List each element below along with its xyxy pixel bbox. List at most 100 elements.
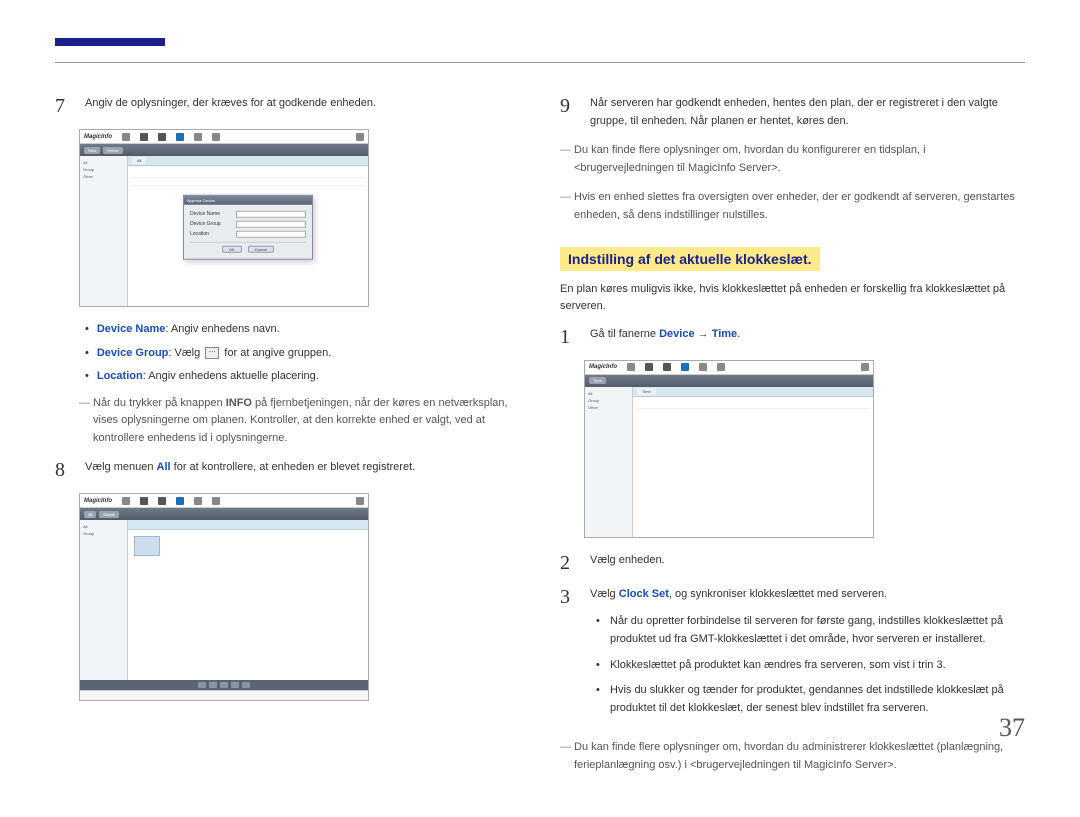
nav-icon bbox=[194, 497, 202, 505]
ss-tabs: All bbox=[128, 156, 368, 166]
nav-icon bbox=[645, 363, 653, 371]
ss-main: Time bbox=[633, 387, 873, 537]
bullet-text: : Vælg bbox=[168, 347, 203, 359]
step-number: 7 bbox=[55, 95, 73, 117]
bullet-text: for at angive gruppen. bbox=[221, 347, 331, 359]
info-bold: INFO bbox=[226, 397, 252, 409]
field-label: Location bbox=[190, 231, 232, 237]
bullet-item: Device Group: Vælg ⋯ for at angive grupp… bbox=[85, 345, 520, 362]
ss-nav-icons bbox=[122, 497, 220, 505]
left-column: 7 Angiv de oplysninger, der kræves for a… bbox=[55, 40, 520, 787]
nav-icon bbox=[158, 133, 166, 141]
text-span: . bbox=[737, 328, 740, 340]
list-row bbox=[132, 178, 364, 186]
nav-icon bbox=[158, 497, 166, 505]
ss-header: MagicInfo bbox=[80, 494, 368, 508]
user-icon bbox=[356, 133, 364, 141]
ss-footer bbox=[80, 690, 368, 700]
step-3: 3 Vælg Clock Set, og synkroniser klokkes… bbox=[560, 586, 1025, 728]
bt-btn bbox=[220, 682, 228, 688]
sub-bullets: Når du opretter forbindelse til serveren… bbox=[596, 613, 1025, 717]
step-text: Gå til fanerne Device → Time. bbox=[590, 326, 740, 348]
note-text: Når du trykker på knappen bbox=[93, 397, 226, 409]
toolbar-button: Time bbox=[589, 377, 606, 384]
bt-btn bbox=[242, 682, 250, 688]
field-input bbox=[236, 210, 306, 217]
ss-list bbox=[633, 397, 873, 413]
ss-bottom-toolbar bbox=[80, 680, 368, 690]
cancel-button: Cancel bbox=[248, 245, 274, 252]
ss-header: MagicInfo bbox=[585, 361, 873, 375]
step-9: 9 Når serveren har godkendt enheden, hen… bbox=[560, 95, 1025, 130]
dialog-field: Device Name bbox=[190, 210, 306, 217]
right-column: 9 Når serveren har godkendt enheden, hen… bbox=[560, 40, 1025, 787]
app-brand: MagicInfo bbox=[84, 134, 112, 140]
nav-icon-selected bbox=[176, 133, 184, 141]
ss-tab: Time bbox=[637, 388, 656, 395]
arrow-span: → bbox=[695, 328, 712, 340]
text-span: Gå til fanerne bbox=[590, 328, 659, 340]
nav-icon bbox=[663, 363, 671, 371]
ss-sidebar: AllGroupOther bbox=[585, 387, 633, 537]
dialog-field: Location bbox=[190, 230, 306, 237]
ss-tabs bbox=[128, 520, 368, 530]
bt-btn bbox=[209, 682, 217, 688]
nav-icon bbox=[699, 363, 707, 371]
nav-icon bbox=[627, 363, 635, 371]
step-7: 7 Angiv de oplysninger, der kræves for a… bbox=[55, 95, 520, 117]
step-text: Vælg enheden. bbox=[590, 552, 665, 574]
ss-main bbox=[128, 520, 368, 680]
toolbar-button: New bbox=[84, 147, 100, 154]
sub-bullet: Når du opretter forbindelse til serveren… bbox=[596, 613, 1025, 648]
step-text: Vælg Clock Set, og synkroniser klokkeslæ… bbox=[590, 586, 1025, 728]
step-text: Når serveren har godkendt enheden, hente… bbox=[590, 95, 1025, 130]
approve-dialog: Approve Device Device Name Device Group … bbox=[183, 194, 313, 259]
clock-set-bold: Clock Set bbox=[619, 588, 669, 600]
note: Du kan finde flere oplysninger om, hvord… bbox=[560, 142, 1025, 177]
step-8: 8 Vælg menuen All for at kontrollere, at… bbox=[55, 459, 520, 481]
field-input bbox=[236, 230, 306, 237]
nav-icon bbox=[717, 363, 725, 371]
page-number: 37 bbox=[999, 713, 1025, 743]
bullet-item: Location: Angiv enhedens aktuelle placer… bbox=[85, 368, 520, 385]
ss-toolbar: New Delete bbox=[80, 144, 368, 156]
ellipsis-icon: ⋯ bbox=[205, 347, 219, 359]
bt-btn bbox=[198, 682, 206, 688]
nav-icon bbox=[212, 133, 220, 141]
step-number: 1 bbox=[560, 326, 578, 348]
ok-button: OK bbox=[222, 245, 242, 252]
nav-icon bbox=[140, 497, 148, 505]
app-brand: MagicInfo bbox=[589, 364, 617, 370]
ss-sidebar: AllGroupOther bbox=[80, 156, 128, 306]
ss-body: AllGroupOther All Approve Device Device … bbox=[80, 156, 368, 306]
text-span: for at kontrollere, at enheden er blevet… bbox=[171, 461, 416, 473]
user-icon bbox=[861, 363, 869, 371]
bullet-label: Device Group bbox=[97, 347, 169, 359]
nav-icon-selected bbox=[176, 497, 184, 505]
step-text: Vælg menuen All for at kontrollere, at e… bbox=[85, 459, 415, 481]
text-span: Vælg bbox=[590, 588, 619, 600]
ss-body: AllGroupOther Time bbox=[585, 387, 873, 537]
bullet-label: Location bbox=[97, 370, 143, 382]
app-brand: MagicInfo bbox=[84, 498, 112, 504]
nav-icon bbox=[140, 133, 148, 141]
sub-bullet: Klokkeslættet på produktet kan ændres fr… bbox=[596, 657, 1025, 675]
page-content: 7 Angiv de oplysninger, der kræves for a… bbox=[0, 0, 1080, 817]
ss-toolbar: All Delete bbox=[80, 508, 368, 520]
field-label: Device Group bbox=[190, 221, 232, 227]
field-input bbox=[236, 220, 306, 227]
ss-tab: All bbox=[132, 157, 146, 164]
field-label: Device Name bbox=[190, 211, 232, 217]
device-thumbnails bbox=[128, 530, 368, 562]
bullet-label: Device Name bbox=[97, 323, 166, 335]
sub-bullet: Hvis du slukker og tænder for produktet,… bbox=[596, 682, 1025, 717]
ss-tabs: Time bbox=[633, 387, 873, 397]
nav-icon bbox=[194, 133, 202, 141]
bullet-item: Device Name: Angiv enhedens navn. bbox=[85, 321, 520, 338]
device-bold: Device bbox=[659, 328, 694, 340]
dialog-field: Device Group bbox=[190, 220, 306, 227]
header-accent-bar bbox=[55, 38, 165, 46]
ss-main: All Approve Device Device Name Device Gr… bbox=[128, 156, 368, 306]
bullet-text: : Angiv enhedens navn. bbox=[165, 323, 279, 335]
user-icon bbox=[356, 497, 364, 505]
